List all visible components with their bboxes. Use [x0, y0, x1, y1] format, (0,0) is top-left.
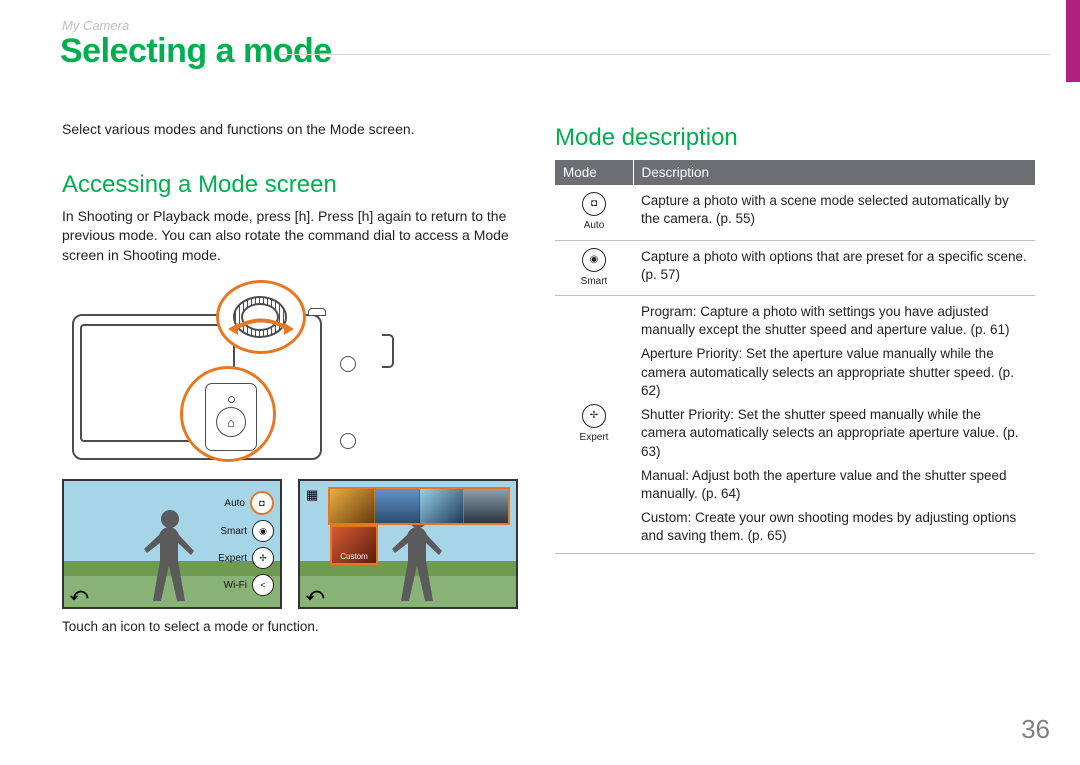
camera-illustration: ⌂ — [72, 280, 392, 465]
back-icon[interactable]: ⤺ — [70, 585, 88, 601]
accessing-mode-body: In Shooting or Playback mode, press [h].… — [62, 207, 522, 266]
wifi-share-icon: < — [252, 574, 274, 596]
table-row: ✢ Expert Program: Capture a photo with s… — [555, 296, 1035, 554]
table-header-mode: Mode — [555, 160, 633, 185]
selected-mode-label: Custom — [340, 552, 368, 561]
mode-list-panel: Auto ◘ Smart ◉ Expert ✢ Wi-Fi < — [202, 487, 274, 601]
submode-desc: : Adjust both the aperture value and the… — [641, 468, 1007, 501]
table-row: ◉ Smart Capture a photo with options tha… — [555, 240, 1035, 296]
camera-shutter-button — [308, 308, 326, 316]
camera-grip — [382, 334, 394, 368]
heading-mode-description: Mode description — [555, 124, 1035, 152]
person-silhouette-icon — [142, 507, 198, 607]
mode-item-label: Auto — [224, 498, 245, 509]
mode-item-label: Expert — [218, 553, 247, 564]
submode-name: Aperture Priority — [641, 346, 739, 361]
mode-label: Smart — [563, 275, 625, 289]
page-title: Selecting a mode — [60, 32, 332, 71]
expert-mode-icon: ✢ — [582, 404, 606, 428]
mode-screen-example-2: ▦ Custom ⤺ — [298, 479, 518, 609]
grid-view-icon[interactable]: ▦ — [306, 487, 324, 503]
section-color-tab — [1066, 0, 1080, 82]
mode-description: Capture a photo with a scene mode select… — [633, 185, 1035, 240]
submode-desc: : Create your own shooting modes by adju… — [641, 510, 1016, 543]
mode-item-wifi[interactable]: Wi-Fi < — [202, 574, 274, 596]
breadcrumb: My Camera — [62, 18, 129, 33]
auto-mode-icon: ◘ — [582, 192, 606, 216]
screens-caption: Touch an icon to select a mode or functi… — [62, 619, 522, 634]
page-number: 36 — [1021, 714, 1050, 745]
smart-mode-icon: ◉ — [582, 248, 606, 272]
mode-thumbnail-strip[interactable] — [328, 487, 510, 525]
title-rule — [280, 54, 1050, 55]
thumbnail[interactable] — [420, 489, 465, 523]
dial-rotate-arrows-icon — [228, 316, 294, 342]
mode-label: Expert — [563, 431, 625, 445]
mode-item-label: Wi-Fi — [224, 580, 247, 591]
mode-label: Auto — [563, 219, 625, 233]
table-row: ◘ Auto Capture a photo with a scene mode… — [555, 185, 1035, 240]
thumbnail[interactable] — [330, 489, 375, 523]
mode-description: Program: Capture a photo with settings y… — [633, 296, 1035, 554]
camera-rear-button-1 — [340, 356, 356, 372]
intro-text: Select various modes and functions on th… — [62, 120, 522, 139]
mode-item-label: Smart — [220, 526, 247, 537]
thumbnail[interactable] — [464, 489, 508, 523]
mode-item-smart[interactable]: Smart ◉ — [202, 520, 274, 542]
mode-description-table: Mode Description ◘ Auto Capture a photo … — [555, 160, 1035, 554]
submode-name: Program — [641, 304, 693, 319]
submode-desc: : Capture a photo with settings you have… — [641, 304, 1009, 337]
submode-name: Manual — [641, 468, 685, 483]
table-header-description: Description — [633, 160, 1035, 185]
mode-screen-example-1: ⤺ Auto ◘ Smart ◉ Expert ✢ Wi-F — [62, 479, 282, 609]
thumbnail[interactable] — [375, 489, 420, 523]
auto-mode-icon: ◘ — [250, 491, 274, 515]
selected-mode-card[interactable]: Custom — [330, 525, 378, 565]
mode-button-icon: ⌂ — [216, 407, 246, 437]
mode-item-auto[interactable]: Auto ◘ — [202, 491, 274, 515]
submode-name: Shutter Priority — [641, 407, 730, 422]
mode-description: Capture a photo with options that are pr… — [633, 240, 1035, 296]
expert-mode-icon: ✢ — [252, 547, 274, 569]
mode-item-expert[interactable]: Expert ✢ — [202, 547, 274, 569]
submode-name: Custom — [641, 510, 688, 525]
camera-rear-button-2 — [340, 433, 356, 449]
heading-accessing-mode-screen: Accessing a Mode screen — [62, 171, 522, 199]
back-icon[interactable]: ⤺ — [306, 585, 324, 601]
smart-mode-icon: ◉ — [252, 520, 274, 542]
mode-button-callout-circle: ⌂ — [180, 366, 276, 462]
